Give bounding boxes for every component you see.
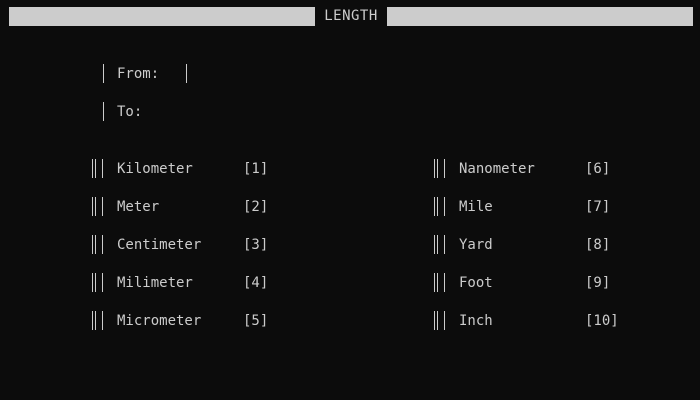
unit-name: Mile	[459, 198, 493, 215]
unit-option-mile[interactable]: Mile [7]	[434, 197, 610, 216]
unit-option-meter[interactable]: Meter [2]	[92, 197, 268, 216]
to-field-border	[103, 102, 104, 121]
unit-key: [2]	[243, 198, 269, 215]
unit-key: [4]	[243, 274, 269, 291]
option-marker-icon	[92, 159, 105, 178]
from-label: From:	[117, 65, 160, 82]
unit-key: [10]	[585, 312, 619, 329]
title-rule-right	[386, 7, 694, 26]
unit-key: [5]	[243, 312, 269, 329]
title-bar: LENGTH	[9, 7, 694, 26]
unit-name: Kilometer	[117, 160, 193, 177]
unit-option-nanometer[interactable]: Nanometer [6]	[434, 159, 610, 178]
unit-key: [3]	[243, 236, 269, 253]
text-cursor	[186, 64, 188, 83]
from-field[interactable]: From:	[103, 64, 188, 83]
unit-key: [9]	[585, 274, 611, 291]
unit-key: [1]	[243, 160, 269, 177]
title-rule-left	[9, 7, 316, 26]
unit-name: Inch	[459, 312, 493, 329]
unit-option-milimeter[interactable]: Milimeter [4]	[92, 273, 268, 292]
option-marker-icon	[434, 197, 447, 216]
unit-name: Centimeter	[117, 236, 202, 253]
option-marker-icon	[92, 235, 105, 254]
unit-key: [6]	[585, 160, 611, 177]
unit-option-micrometer[interactable]: Micrometer [5]	[92, 311, 268, 330]
unit-option-foot[interactable]: Foot [9]	[434, 273, 610, 292]
option-marker-icon	[92, 311, 105, 330]
to-label: To:	[117, 103, 143, 120]
option-marker-icon	[434, 311, 447, 330]
unit-option-kilometer[interactable]: Kilometer [1]	[92, 159, 268, 178]
unit-name: Yard	[459, 236, 493, 253]
unit-name: Nanometer	[459, 160, 535, 177]
unit-name: Foot	[459, 274, 493, 291]
option-marker-icon	[434, 235, 447, 254]
unit-name: Meter	[117, 198, 160, 215]
unit-key: [8]	[585, 236, 611, 253]
unit-option-centimeter[interactable]: Centimeter [3]	[92, 235, 268, 254]
page-title: LENGTH	[324, 8, 378, 24]
option-marker-icon	[434, 159, 447, 178]
unit-key: [7]	[585, 198, 611, 215]
option-marker-icon	[92, 273, 105, 292]
option-marker-icon	[92, 197, 105, 216]
from-field-border	[103, 64, 104, 83]
unit-option-inch[interactable]: Inch [10]	[434, 311, 619, 330]
to-field[interactable]: To:	[103, 102, 142, 121]
unit-name: Milimeter	[117, 274, 193, 291]
unit-name: Micrometer	[117, 312, 202, 329]
option-marker-icon	[434, 273, 447, 292]
unit-option-yard[interactable]: Yard [8]	[434, 235, 610, 254]
